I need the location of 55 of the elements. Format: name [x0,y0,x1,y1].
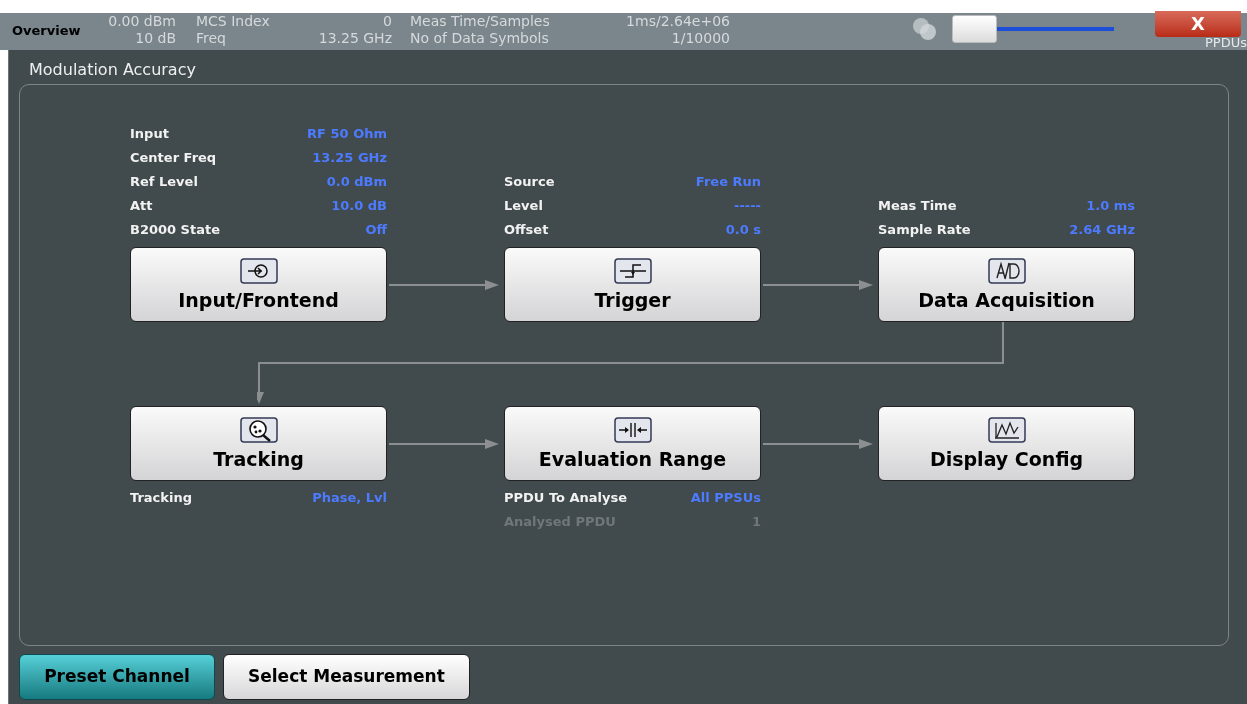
header-value: 10 dB [135,30,176,48]
flow-block-button[interactable]: Input/Frontend [130,247,387,322]
parameter-value: Off [365,221,387,239]
header-value: 13.25 GHz [318,30,392,48]
parameter-value: ----- [734,197,761,215]
parameter-label: Level [504,197,543,215]
parameter-value: Free Run [695,173,761,191]
parameter-label: Tracking [130,489,192,507]
parameter-value: Phase, Lvl [312,489,387,507]
footer-button[interactable]: Preset Channel [19,654,215,700]
header-value: 0.00 dBm [108,13,176,31]
input-icon [239,257,278,284]
transparency-slider[interactable] [952,15,1114,44]
parameter-label: Ref Level [130,173,198,191]
parameter-value: 0.0 s [725,221,761,239]
parameter-value: 0.0 dBm [326,173,387,191]
flow-block-button[interactable]: Display Config [878,406,1135,481]
parameter-value: 2.64 GHz [1069,221,1135,239]
parameter-label: Meas Time [878,197,957,215]
parameter-label: PPDU To Analyse [504,489,628,507]
flow-block-button[interactable]: Evaluation Range [504,406,761,481]
parameter-label: Input [130,125,169,143]
header-label: No of Data Symbols [410,30,549,48]
overlapping-circles-icon [912,17,938,42]
parameter-label: Offset [504,221,549,239]
dialog-tab-title: Overview [12,22,82,41]
flow-block-button[interactable]: Data Acquisition [878,247,1135,322]
trigger-icon [613,257,652,284]
header-label: Freq [196,30,226,48]
parameter-label: Sample Rate [878,221,971,239]
ad-converter-icon [987,257,1026,284]
header-value: 1/10000 [671,30,730,48]
close-button[interactable]: X [1155,11,1241,38]
header-label: Meas Time/Samples [410,13,550,31]
parameter-value: 10.0 dB [331,197,387,215]
parameter-label: Source [504,173,555,191]
range-icon [613,416,652,443]
parameter-value: 13.25 GHz [312,149,387,167]
tracking-icon [239,416,278,443]
footer-button[interactable]: Select Measurement [223,654,470,700]
dialog-title: Modulation Accuracy [29,59,197,81]
header-label: MCS Index [196,13,270,31]
flow-block-button[interactable]: Tracking [130,406,387,481]
parameter-label: Center Freq [130,149,217,167]
parameter-value: 1.0 ms [1086,197,1135,215]
parameter-label: Att [130,197,153,215]
header-value: 1ms/2.64e+06 [626,13,730,31]
parameter-value: All PPSUs [690,489,761,507]
flow-block-button[interactable]: Trigger [504,247,761,322]
header-label: PPDUs [1205,37,1247,50]
header-value: 0 [383,13,392,31]
parameter-label: B2000 State [130,221,220,239]
parameter-value: RF 50 Ohm [307,125,387,143]
slider-thumb[interactable] [952,15,998,44]
display-chart-icon [987,416,1026,443]
